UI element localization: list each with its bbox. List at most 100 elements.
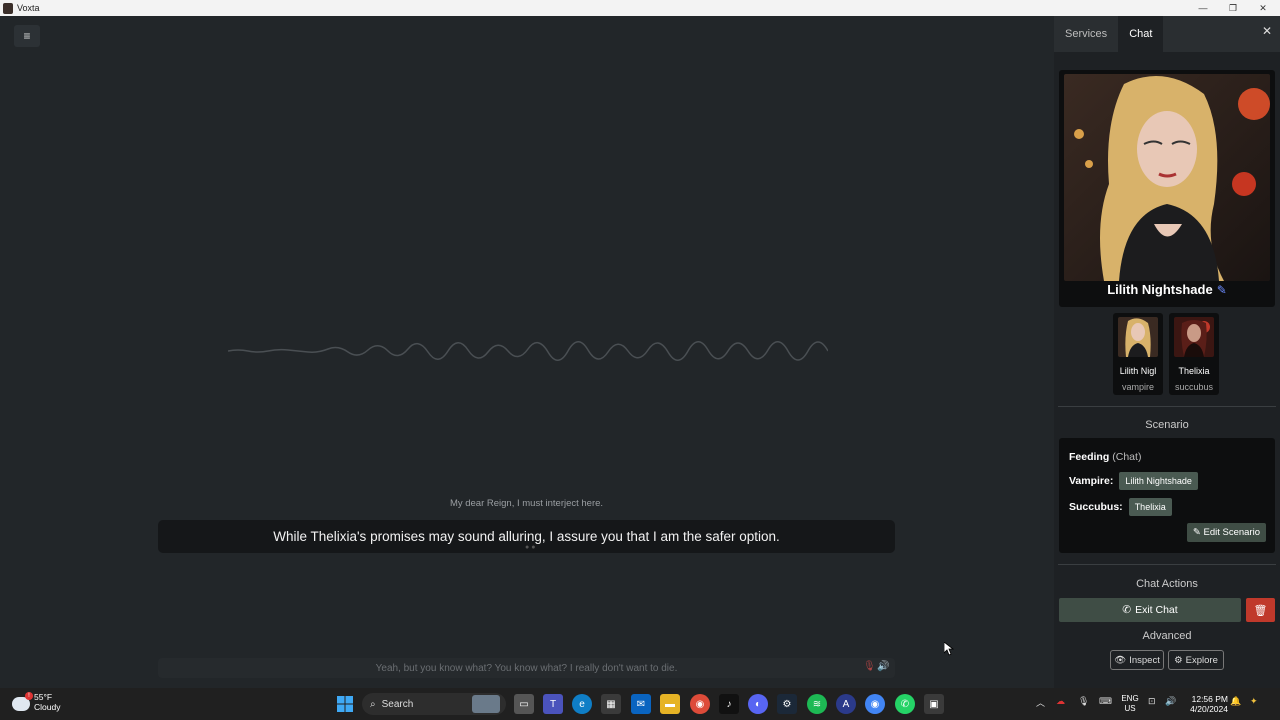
eye-icon: 👁 [1114, 654, 1127, 666]
search-label: Search [381, 698, 414, 710]
clock-time: 12:56 PM [1191, 694, 1228, 704]
file-explorer-icon[interactable]: ▬ [660, 694, 680, 714]
trash-icon: 🗑 [1253, 604, 1268, 617]
scenario-role-value[interactable]: Thelixia [1128, 498, 1172, 516]
edit-scenario-button[interactable]: ✎ Edit Scenario [1186, 523, 1266, 542]
lang-bottom: US [1124, 704, 1136, 713]
weather-widget[interactable]: ! 55°F Cloudy [12, 692, 60, 712]
character-name: Lilith Nightshade ✎ [1059, 282, 1275, 297]
character-thumb-thelixia[interactable]: Thelixia succubus [1169, 313, 1219, 395]
windows-taskbar: ! 55°F Cloudy ⌕ Search ▭ T e ▦ ✉ ▬ ◉ ♪ ◐… [0, 688, 1280, 720]
lang-top: ENG [1121, 694, 1139, 703]
close-sidebar-icon[interactable]: ✕ [1262, 24, 1272, 38]
task-view-icon[interactable]: ▭ [514, 694, 534, 714]
close-window-icon[interactable]: ✕ [1248, 0, 1278, 16]
window-titlebar: Voxta — ❐ ✕ [0, 0, 1280, 16]
copilot-icon[interactable]: ✦ [1250, 696, 1258, 707]
character-thumb-lilith[interactable]: Lilith Nigl vampire [1113, 313, 1163, 395]
chat-input[interactable]: Yeah, but you know what? You know what? … [158, 658, 895, 678]
current-message-text: While Thelixia's promises may sound allu… [273, 529, 780, 544]
weather-desc: Cloudy [34, 702, 61, 712]
speaker-icon[interactable]: 🔊 [877, 661, 889, 675]
maximize-icon[interactable]: ❐ [1218, 0, 1248, 16]
weather-temp: 55°F [34, 692, 53, 702]
tray-app-icon[interactable]: ☁ [1056, 696, 1065, 707]
tab-chat[interactable]: Chat [1118, 16, 1164, 52]
microphone-icon[interactable]: 🎙 [863, 661, 876, 675]
windows-start-icon[interactable] [335, 694, 355, 714]
tab-services[interactable]: Services [1054, 16, 1118, 52]
keyboard-icon[interactable]: ⌨ [1099, 696, 1112, 707]
divider [1058, 406, 1276, 407]
clock-date: 4/20/2024 [1190, 704, 1228, 714]
sidebar-tabs: Services Chat [1054, 16, 1280, 52]
edit-pencil-icon[interactable]: ✎ [1217, 283, 1227, 297]
scenario-type: (Chat) [1112, 451, 1142, 463]
window-title: Voxta [17, 3, 40, 13]
exit-chat-button[interactable]: ✆ Exit Chat [1059, 598, 1241, 622]
network-icon[interactable]: ⊡ [1148, 696, 1156, 707]
exit-chat-label: Exit Chat [1135, 604, 1178, 616]
explore-label: Explore [1185, 654, 1218, 666]
taskbar-clock[interactable]: 12:56 PM 4/20/2024 [1182, 694, 1228, 714]
divider [1058, 564, 1276, 565]
chat-sidebar: Services Chat ✕ Lilith Nightshade ✎ Lili… [1054, 16, 1280, 688]
discord-icon[interactable]: ◐ [748, 694, 768, 714]
mouse-cursor-icon [944, 642, 954, 656]
character-portrait [1064, 74, 1270, 281]
edge-icon[interactable]: e [572, 694, 592, 714]
pencil-icon: ✎ [1192, 527, 1201, 538]
delete-chat-button[interactable]: 🗑 [1246, 598, 1275, 622]
scenario-role-label: Succubus: [1069, 501, 1123, 513]
lilith-thumbnail [1118, 317, 1158, 357]
chat-main-area: ≡ My dear Reign, I must interject here. … [0, 16, 1054, 688]
spotify-icon[interactable]: ≋ [807, 694, 827, 714]
voxta-app-icon [3, 2, 13, 14]
current-message-bubble: While Thelixia's promises may sound allu… [158, 520, 895, 553]
whatsapp-icon[interactable]: ✆ [895, 694, 915, 714]
edit-scenario-label: Edit Scenario [1203, 527, 1260, 538]
app-a-icon[interactable]: A [836, 694, 856, 714]
teams-icon[interactable]: T [543, 694, 563, 714]
scenario-header: Feeding (Chat) [1069, 451, 1141, 463]
tiktok-icon[interactable]: ♪ [719, 694, 739, 714]
inspect-button[interactable]: 👁 Inspect [1110, 650, 1164, 670]
notification-bell-icon[interactable]: 🔔 [1230, 696, 1241, 707]
scenario-role-row: Vampire: Lilith Nightshade [1069, 472, 1198, 490]
character-thumb-role: succubus [1174, 382, 1214, 392]
phone-icon: ✆ [1122, 604, 1132, 616]
store-icon[interactable]: ▦ [601, 694, 621, 714]
character-card: Lilith Nightshade ✎ [1059, 70, 1275, 307]
thelixia-thumbnail [1174, 317, 1214, 357]
language-indicator[interactable]: ENG US [1118, 694, 1142, 714]
scenario-card: Feeding (Chat) Vampire: Lilith Nightshad… [1059, 438, 1275, 553]
voice-waveform [228, 341, 828, 361]
scenario-role-value[interactable]: Lilith Nightshade [1119, 472, 1198, 490]
taskbar-search[interactable]: ⌕ Search [362, 693, 506, 715]
chevron-up-icon[interactable]: ︿ [1036, 696, 1045, 709]
volume-icon[interactable]: 🔊 [1165, 696, 1176, 707]
cloud-icon: ! [12, 692, 33, 711]
chat-input-text: Yeah, but you know what? You know what? … [375, 662, 678, 674]
search-highlight-icon [472, 695, 500, 713]
minimize-icon[interactable]: — [1188, 0, 1218, 16]
character-thumb-name: Thelixia [1178, 366, 1210, 376]
voxta-taskbar-icon[interactable]: ▣ [924, 694, 944, 714]
previous-message: My dear Reign, I must interject here. [449, 498, 604, 509]
character-thumb-name: Lilith Nigl [1119, 366, 1157, 376]
character-thumb-role: vampire [1121, 382, 1154, 392]
character-name-text: Lilith Nightshade [1107, 282, 1213, 297]
typing-dots: ●● [525, 544, 538, 551]
scenario-role-label: Vampire: [1069, 475, 1114, 487]
gear-icon: ⚙ [1174, 654, 1183, 666]
inspect-label: Inspect [1129, 654, 1160, 666]
chrome-icon[interactable]: ◉ [690, 694, 710, 714]
chrome-beta-icon[interactable]: ◉ [865, 694, 885, 714]
hamburger-menu-button[interactable]: ≡ [14, 25, 40, 47]
mic-tray-icon[interactable]: 🎙 [1078, 696, 1089, 707]
chat-actions-title: Chat Actions [1136, 578, 1198, 590]
explore-button[interactable]: ⚙ Explore [1168, 650, 1224, 670]
steam-icon[interactable]: ⚙ [777, 694, 797, 714]
mail-icon[interactable]: ✉ [631, 694, 651, 714]
advanced-title: Advanced [1142, 630, 1192, 642]
